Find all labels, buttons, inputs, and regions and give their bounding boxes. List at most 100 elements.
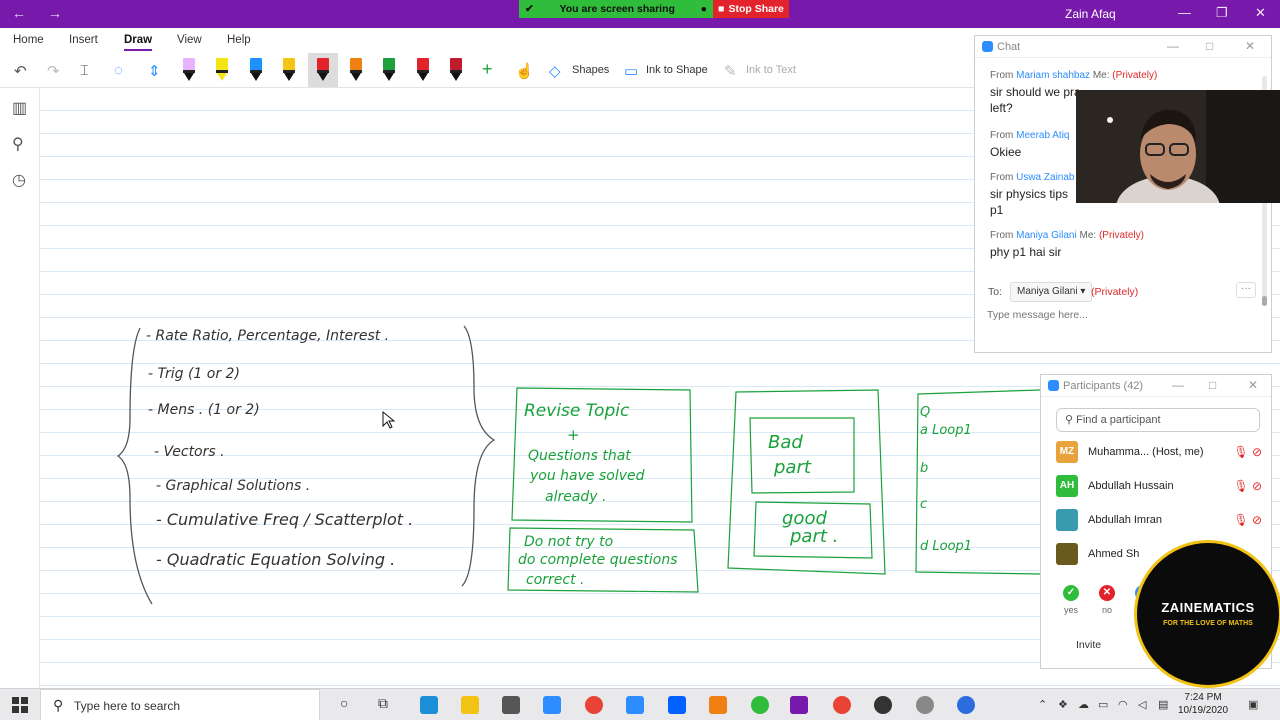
participant-row[interactable]: MZ Muhamma... (Host, me) 🎙 ⊘ [1056, 441, 1266, 465]
close-icon[interactable]: ✕ [1255, 5, 1266, 21]
tab-help[interactable]: Help [227, 34, 251, 46]
app-icon[interactable] [874, 696, 892, 714]
reaction-yes[interactable]: ✓ yes [1056, 585, 1086, 615]
cortana-icon[interactable]: ○ [340, 695, 348, 711]
participant-row[interactable]: AH Abdullah Hussain 🎙 ⊘ [1056, 475, 1266, 499]
tab-draw[interactable]: Draw [124, 34, 153, 51]
ink-to-shape-icon[interactable]: ▭ [624, 62, 638, 80]
minimize-icon[interactable]: — [1172, 378, 1184, 392]
participant-name: Abdullah Imran [1088, 514, 1162, 526]
tab-home[interactable]: Home [13, 34, 44, 46]
app-icon[interactable] [957, 696, 975, 714]
close-icon[interactable]: ✕ [1248, 378, 1258, 392]
search-icon[interactable]: ⚲ [12, 134, 24, 154]
back-arrow-icon[interactable]: ← [12, 5, 26, 21]
sender-name[interactable]: Meerab Atiq [1016, 130, 1069, 141]
notifications-icon[interactable]: ▣ [1248, 698, 1258, 711]
pen-tool[interactable] [308, 53, 338, 87]
dropbox-tray-icon[interactable]: ❖ [1058, 698, 1068, 711]
clock-time: 7:24 PM [1184, 692, 1222, 703]
clock-date: 10/19/2020 [1178, 705, 1229, 716]
vlc-icon[interactable] [709, 696, 727, 714]
invite-button[interactable]: Invite [1076, 639, 1106, 651]
store-icon[interactable] [502, 696, 520, 714]
to-label: To: [988, 286, 1003, 298]
minimize-icon[interactable]: — [1178, 5, 1191, 20]
find-participant-input[interactable]: ⚲ Find a participant [1056, 408, 1260, 432]
bad-part-text: Bad [768, 432, 803, 453]
mic-video-off-icon: 🎙 ⊘ [1233, 479, 1262, 493]
participant-row[interactable]: Abdullah Imran 🎙 ⊘ [1056, 509, 1266, 533]
pen-tool[interactable] [215, 58, 229, 82]
recipient-select[interactable]: Maniya Gilani ▾ [1010, 282, 1093, 302]
volume-icon[interactable]: ◁ [1138, 698, 1146, 711]
chevron-up-icon[interactable]: ⌃ [1038, 698, 1047, 711]
system-clock[interactable]: 7:24 PM 10/19/2020 [1178, 691, 1228, 717]
wifi-icon[interactable]: ◠ [1118, 698, 1128, 711]
pen-tool[interactable] [382, 58, 396, 82]
windows-start-icon[interactable] [12, 697, 28, 713]
dropbox-icon[interactable] [668, 696, 686, 714]
cloud-icon[interactable]: ☁ [1078, 698, 1089, 711]
chat-message-input[interactable] [987, 309, 1257, 321]
chrome-profile-icon[interactable] [751, 696, 769, 714]
lasso-select-icon[interactable]: ◌ [114, 62, 123, 79]
add-space-icon[interactable]: ⇕ [148, 62, 161, 80]
pen-tool[interactable] [182, 58, 196, 82]
participant-name: Ahmed Sh [1088, 548, 1140, 560]
add-pen-icon[interactable]: + [482, 59, 493, 80]
maximize-icon[interactable]: □ [1206, 39, 1213, 53]
participant-name: Abdullah Hussain [1088, 480, 1174, 492]
maximize-icon[interactable]: ❐ [1216, 5, 1228, 21]
undo-icon[interactable]: ↶ [14, 62, 27, 80]
avatar: MZ [1056, 441, 1078, 463]
chrome-icon[interactable] [585, 696, 603, 714]
advice-line: Do not try to [524, 534, 613, 550]
reaction-label: yes [1063, 605, 1078, 615]
tab-view[interactable]: View [177, 34, 202, 46]
topic-item: - Trig (1 or 2) [148, 366, 240, 382]
mail-icon[interactable] [543, 696, 561, 714]
zoom-app-icon[interactable] [626, 696, 644, 714]
app-icon[interactable] [916, 696, 934, 714]
minimize-icon[interactable]: — [1167, 39, 1179, 53]
user-name[interactable]: Zain Afaq [1065, 7, 1116, 21]
notebooks-icon[interactable]: ▥ [12, 98, 27, 118]
mouse-cursor-icon [382, 410, 396, 429]
forward-arrow-icon[interactable]: → [48, 5, 62, 21]
close-icon[interactable]: ✕ [1245, 39, 1255, 53]
type-select-icon[interactable]: ⌶ [80, 62, 89, 79]
pen-tool[interactable] [416, 58, 430, 82]
edge-icon[interactable] [420, 696, 438, 714]
redo-icon[interactable]: ↷ [47, 62, 60, 80]
onenote-icon[interactable] [790, 696, 808, 714]
pen-tool[interactable] [349, 58, 363, 82]
taskbar-search[interactable]: ⚲ Type here to search [40, 689, 320, 720]
sender-name[interactable]: Mariam shahbaz [1016, 70, 1090, 81]
recent-clock-icon[interactable]: ◷ [12, 170, 26, 190]
sender-name[interactable]: Maniya Gilani [1016, 230, 1077, 241]
shapes-icon[interactable]: ◇ [549, 62, 561, 80]
battery-icon[interactable]: ▭ [1098, 698, 1108, 711]
touch-draw-icon[interactable]: ☝ [515, 62, 534, 80]
tab-insert[interactable]: Insert [69, 34, 98, 46]
zoom-logo-icon [1048, 380, 1059, 391]
stop-share-button[interactable]: ■ Stop Share [713, 0, 789, 18]
file-explorer-icon[interactable] [461, 696, 479, 714]
pin-icon: ✔ [525, 3, 534, 15]
shapes-button[interactable]: Shapes [572, 64, 609, 76]
message-meta: From Maniya Gilani Me: (Privately) [990, 230, 1144, 241]
sender-name[interactable]: Uswa Zainab [1016, 172, 1074, 183]
pen-tool[interactable] [449, 58, 463, 82]
privacy-tag: (Privately) [1112, 70, 1158, 81]
reaction-no[interactable]: ✕ no [1092, 585, 1122, 615]
pen-tool[interactable] [249, 58, 263, 82]
maximize-icon[interactable]: □ [1209, 378, 1216, 392]
pen-tool[interactable] [282, 58, 296, 82]
ink-to-shape-button[interactable]: Ink to Shape [646, 64, 708, 76]
task-view-icon[interactable]: ⧉ [378, 695, 388, 712]
language-icon[interactable]: ▤ [1158, 698, 1168, 711]
topic-item: - Mens . (1 or 2) [148, 402, 260, 418]
chrome-alt-icon[interactable] [833, 696, 851, 714]
more-options-button[interactable]: ··· [1236, 282, 1256, 298]
